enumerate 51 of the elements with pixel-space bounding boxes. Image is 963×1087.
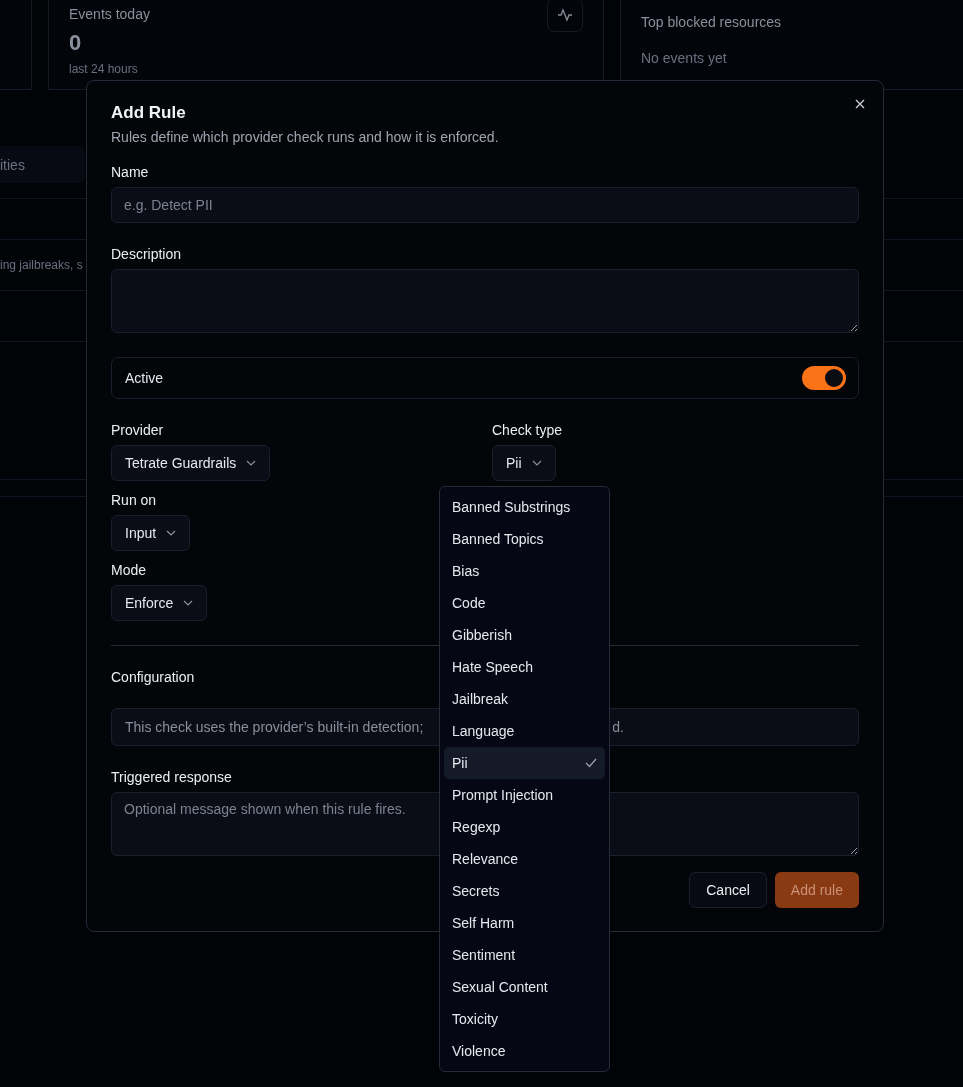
- close-icon[interactable]: [853, 97, 867, 111]
- field-label: Run on: [111, 492, 157, 508]
- filter-select[interactable]: ities: [0, 146, 85, 183]
- menu-option[interactable]: Toxicity: [444, 1003, 605, 1035]
- mode-select[interactable]: Enforce: [111, 585, 208, 621]
- empty-state-text: No events yet: [641, 50, 728, 66]
- stat-value: 0: [69, 30, 83, 56]
- menu-option[interactable]: Gibberish: [444, 619, 605, 651]
- field-label: Provider: [111, 422, 164, 438]
- menu-option[interactable]: Sexual Content: [444, 971, 605, 1003]
- setting-label: Active: [125, 370, 164, 386]
- chevron-down-icon: [531, 460, 542, 466]
- menu-option[interactable]: Banned Topics: [444, 523, 605, 555]
- field-label: Description: [111, 246, 182, 262]
- menu-option[interactable]: Violence: [444, 1035, 605, 1067]
- chevron-down-icon: [246, 460, 257, 466]
- provider-select[interactable]: Tetrate Guardrails: [111, 445, 271, 481]
- menu-option[interactable]: Hate Speech: [444, 651, 605, 683]
- chevron-down-icon: [183, 600, 194, 606]
- menu-option[interactable]: Sentiment: [444, 939, 605, 971]
- check-type-select[interactable]: Pii: [492, 445, 556, 481]
- dialog-subtitle: Rules define which provider check runs and how it is enforced.: [111, 129, 500, 146]
- menu-option[interactable]: Jailbreak: [444, 683, 605, 715]
- run-on-select[interactable]: Input: [111, 515, 191, 551]
- stat-caption: last 24 hours: [69, 62, 139, 76]
- menu-option[interactable]: Pii: [444, 747, 605, 779]
- field-label: Check type: [492, 422, 563, 438]
- check-icon: [585, 758, 597, 768]
- menu-option[interactable]: Code: [444, 587, 605, 619]
- active-toggle[interactable]: [802, 366, 846, 390]
- input-field[interactable]: e.g. Detect PII: [111, 187, 859, 223]
- card-title: Events today: [69, 6, 150, 22]
- card-title: Top blocked resources: [641, 14, 782, 30]
- menu-option[interactable]: Secrets: [444, 875, 605, 907]
- menu-option[interactable]: Banned Substrings: [444, 491, 605, 523]
- section-label: Configuration: [111, 669, 195, 685]
- cancel-button[interactable]: Cancel: [689, 872, 767, 908]
- activity-icon: [557, 8, 573, 22]
- menu-option[interactable]: Language: [444, 715, 605, 747]
- note-text: d.: [612, 719, 624, 735]
- textarea-field[interactable]: [111, 269, 859, 333]
- field-label: Triggered response: [111, 769, 232, 785]
- chevron-down-icon: [166, 530, 177, 536]
- menu-option[interactable]: Regexp: [444, 811, 605, 843]
- menu-option[interactable]: Bias: [444, 555, 605, 587]
- row-description: ing jailbreaks, s: [0, 258, 83, 272]
- dialog-title: Add Rule: [111, 103, 187, 123]
- note-text: This check uses the provider’s built-in detection;: [125, 719, 424, 735]
- menu-option[interactable]: Self Harm: [444, 907, 605, 939]
- field-label: Mode: [111, 562, 147, 578]
- field-label: Name: [111, 164, 149, 180]
